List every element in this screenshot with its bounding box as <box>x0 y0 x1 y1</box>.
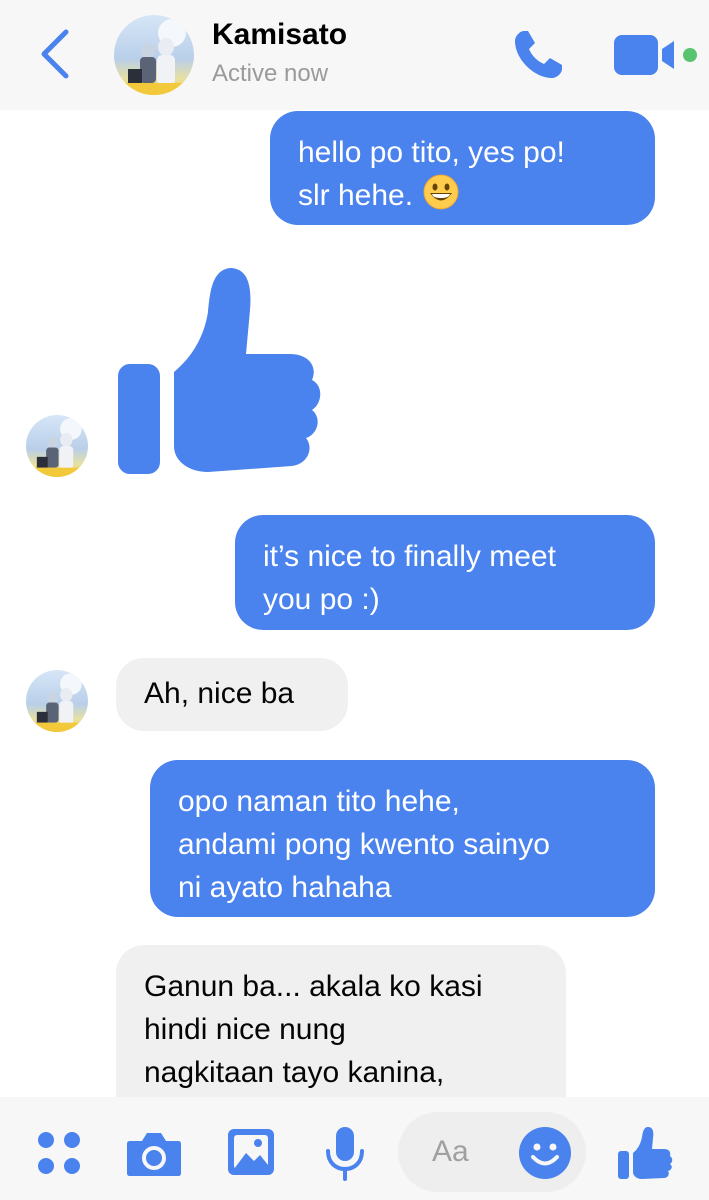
send-like-button[interactable] <box>616 1125 674 1181</box>
chat-header: Kamisato Active now <box>0 0 709 110</box>
avatar-image <box>26 418 88 477</box>
chevron-left-icon <box>41 29 69 79</box>
video-call-button[interactable] <box>612 33 702 77</box>
incoming-message[interactable]: Ah, nice ba <box>116 658 348 731</box>
four-dots-icon <box>38 1132 80 1174</box>
avatar-image <box>26 673 88 732</box>
message-composer: Aa <box>0 1097 709 1200</box>
message-text: Ah, nice ba <box>144 677 295 710</box>
more-actions-button[interactable] <box>36 1130 82 1176</box>
voice-message-button[interactable] <box>324 1125 366 1181</box>
phone-icon <box>515 31 562 78</box>
grinning-face-emoji-icon <box>423 174 459 210</box>
like-sticker[interactable] <box>112 262 332 477</box>
camera-button[interactable] <box>126 1129 182 1177</box>
message-text: opo naman tito hehe, andami pong kwento … <box>178 785 550 904</box>
outgoing-message[interactable]: it’s nice to finally meet you po :) <box>235 515 655 630</box>
camera-icon <box>127 1133 181 1176</box>
thumbs-up-icon <box>118 268 321 474</box>
avatar-image <box>114 19 194 95</box>
contact-name[interactable]: Kamisato <box>212 18 347 52</box>
thumbs-up-icon <box>618 1127 673 1179</box>
active-status: Active now <box>212 60 329 87</box>
emoji-button[interactable] <box>518 1126 572 1180</box>
sender-avatar[interactable] <box>26 415 88 477</box>
outgoing-message[interactable]: hello po tito, yes po! slr hehe. <box>270 111 655 225</box>
audio-call-button[interactable] <box>510 27 566 83</box>
message-text: it’s nice to finally meet you po :) <box>263 540 556 616</box>
active-dot <box>683 48 697 62</box>
video-camera-icon <box>614 35 697 75</box>
contact-avatar[interactable] <box>114 15 194 95</box>
image-icon <box>228 1129 274 1175</box>
message-text: Ganun ba... akala ko kasi hindi nice nun… <box>144 970 483 1089</box>
microphone-icon <box>326 1127 364 1181</box>
gallery-button[interactable] <box>226 1127 276 1177</box>
smiley-face-icon <box>519 1127 571 1179</box>
incoming-message[interactable]: Ganun ba... akala ko kasi hindi nice nun… <box>116 945 566 1120</box>
outgoing-message[interactable]: opo naman tito hehe, andami pong kwento … <box>150 760 655 917</box>
back-button[interactable] <box>36 28 76 80</box>
sender-avatar[interactable] <box>26 670 88 732</box>
